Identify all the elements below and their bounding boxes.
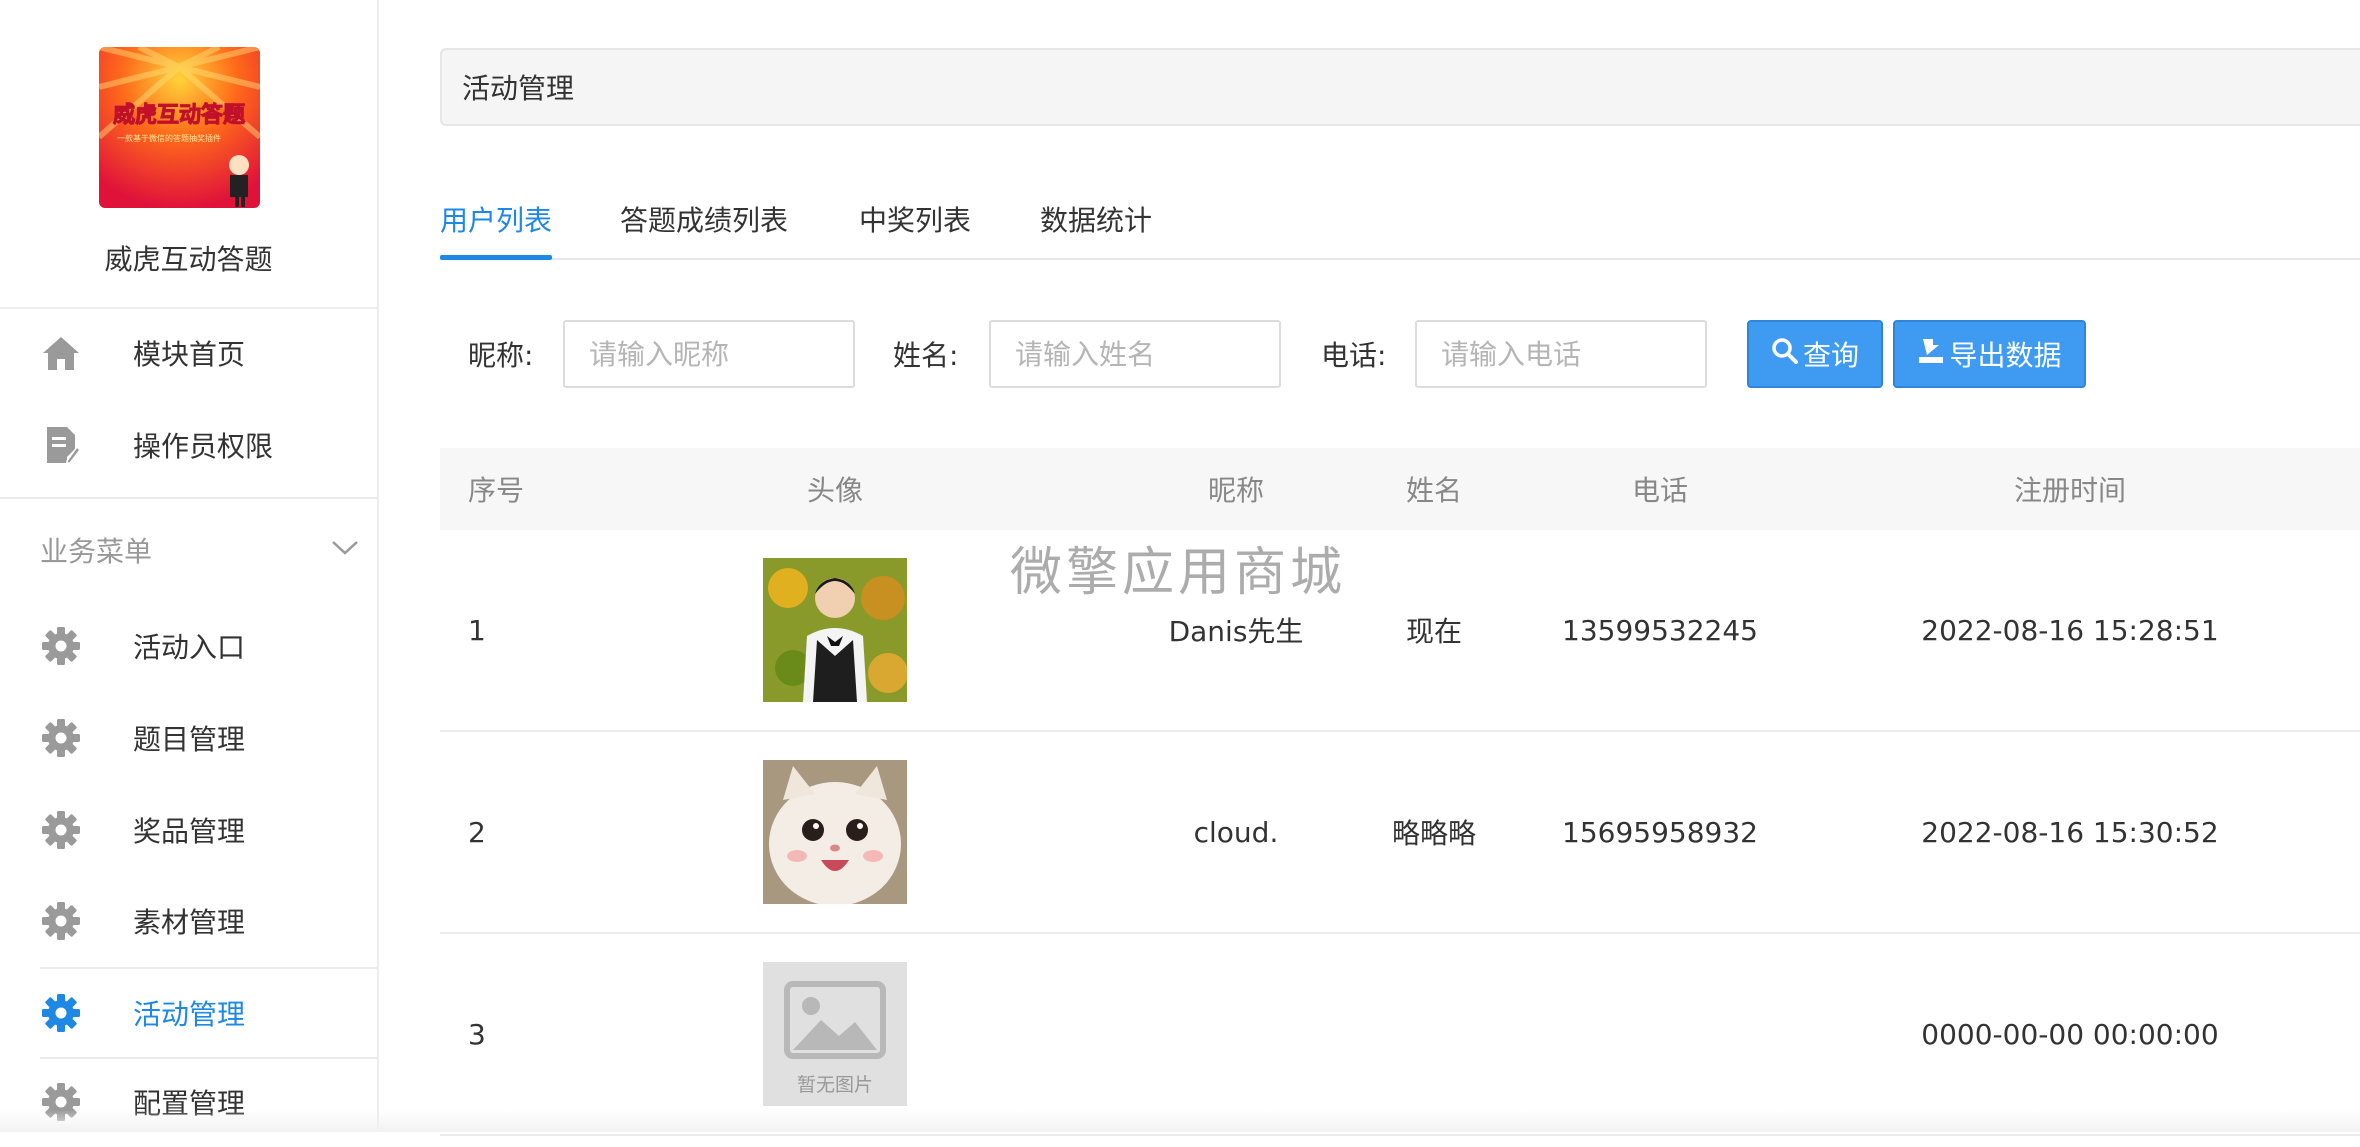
avatar <box>763 760 907 904</box>
phone-label: 电话: <box>1321 339 1387 372</box>
page-title: 活动管理 <box>440 48 2360 126</box>
sidebar-item-config-management[interactable]: 配置管理 <box>40 1057 377 1147</box>
sidebar-item-question-management[interactable]: 题目管理 <box>40 693 377 783</box>
column-header: 序号 <box>468 474 525 507</box>
gear-icon <box>40 717 82 759</box>
nickname-input[interactable] <box>563 320 855 388</box>
cell-avatar <box>690 530 980 730</box>
search-button[interactable]: 查询 <box>1747 320 1883 388</box>
sidebar-item-label: 素材管理 <box>133 906 246 939</box>
sidebar-item-label: 奖品管理 <box>133 815 246 848</box>
tab-statistics[interactable]: 数据统计 <box>1040 180 1152 258</box>
avatar-placeholder: 暂无图片 <box>763 962 907 1106</box>
watermark: 微擎应用商城 <box>1010 543 1347 603</box>
sidebar-item-label: 操作员权限 <box>133 430 274 463</box>
cell-phone <box>1480 934 1840 1134</box>
svg-text:一款基于微信的答题抽奖插件: 一款基于微信的答题抽奖插件 <box>117 133 221 143</box>
gear-icon <box>40 900 82 942</box>
table-header: 序号 头像 昵称 姓名 电话 注册时间 <box>440 448 2360 532</box>
cell-phone: 15695958932 <box>1562 815 1758 849</box>
sidebar-item-operator-permissions[interactable]: 操作员权限 <box>40 400 377 490</box>
export-button[interactable]: 导出数据 <box>1893 320 2086 388</box>
sidebar-item-material-management[interactable]: 素材管理 <box>40 876 377 966</box>
document-edit-icon <box>40 424 82 466</box>
cell-index: 2 <box>468 815 486 849</box>
sidebar-item-activity-management[interactable]: 活动管理 <box>40 967 377 1059</box>
gear-icon <box>40 625 82 667</box>
search-button-label: 查询 <box>1802 339 1859 372</box>
cell-index: 1 <box>468 613 486 647</box>
cell-avatar: 暂无图片 <box>690 934 980 1134</box>
gear-icon <box>40 992 82 1034</box>
svg-text:威虎互动答题: 威虎互动答题 <box>113 102 246 128</box>
cell-index: 3 <box>468 1017 486 1051</box>
tab-score-list[interactable]: 答题成绩列表 <box>620 180 788 258</box>
avatar <box>763 558 907 702</box>
app-logo: 威虎互动答题 一款基于微信的答题抽奖插件 <box>99 47 260 208</box>
section-title: 业务菜单 <box>40 535 153 568</box>
sidebar-item-module-home[interactable]: 模块首页 <box>40 308 377 398</box>
sidebar-item-label: 题目管理 <box>133 723 246 756</box>
table-row: 3 暂无图片 0000-00-00 00:00:00 <box>440 934 2360 1136</box>
chevron-down-icon <box>330 538 360 562</box>
sidebar-item-activity-entry[interactable]: 活动入口 <box>40 601 377 691</box>
cell-registered: 2022-08-16 15:28:51 <box>1921 613 2219 647</box>
sidebar-item-label: 活动管理 <box>133 998 246 1031</box>
name-label: 姓名: <box>893 339 959 372</box>
cell-phone: 13599532245 <box>1562 613 1758 647</box>
column-header: 注册时间 <box>2013 474 2126 507</box>
column-header: 电话 <box>1631 474 1688 507</box>
cell-registered: 2022-08-16 15:30:52 <box>1921 815 2219 849</box>
bottom-edge <box>0 1110 2360 1132</box>
export-button-label: 导出数据 <box>1949 339 2062 372</box>
column-header: 头像 <box>806 474 863 507</box>
sidebar-item-label: 模块首页 <box>133 338 246 371</box>
tab-winner-list[interactable]: 中奖列表 <box>859 180 971 258</box>
sidebar-divider <box>0 497 377 499</box>
search-icon <box>1771 337 1799 372</box>
tab-user-list[interactable]: 用户列表 <box>440 180 553 260</box>
tab-bar: 用户列表 答题成绩列表 中奖列表 数据统计 <box>440 180 2360 260</box>
app-name: 威虎互动答题 <box>104 243 273 276</box>
cell-avatar <box>690 732 980 932</box>
cell-registered: 0000-00-00 00:00:00 <box>1921 1017 2219 1051</box>
nickname-label: 昵称: <box>468 339 534 372</box>
table-row: 1 Danis先生 现在 13599532245 2022-08-16 15:2… <box>440 530 2360 732</box>
table-row: 2 cloud. 略略略 15695958932 2022-08-16 15:3… <box>440 732 2360 934</box>
sidebar-item-label: 活动入口 <box>133 631 246 664</box>
phone-input[interactable] <box>1415 320 1707 388</box>
home-icon <box>40 332 82 374</box>
export-icon <box>1917 337 1945 372</box>
name-input[interactable] <box>989 320 1281 388</box>
sidebar-item-prize-management[interactable]: 奖品管理 <box>40 785 377 875</box>
business-menu-toggle[interactable]: 业务菜单 <box>40 515 360 585</box>
avatar-placeholder-label: 暂无图片 <box>796 1074 873 1096</box>
gear-icon <box>40 809 82 851</box>
